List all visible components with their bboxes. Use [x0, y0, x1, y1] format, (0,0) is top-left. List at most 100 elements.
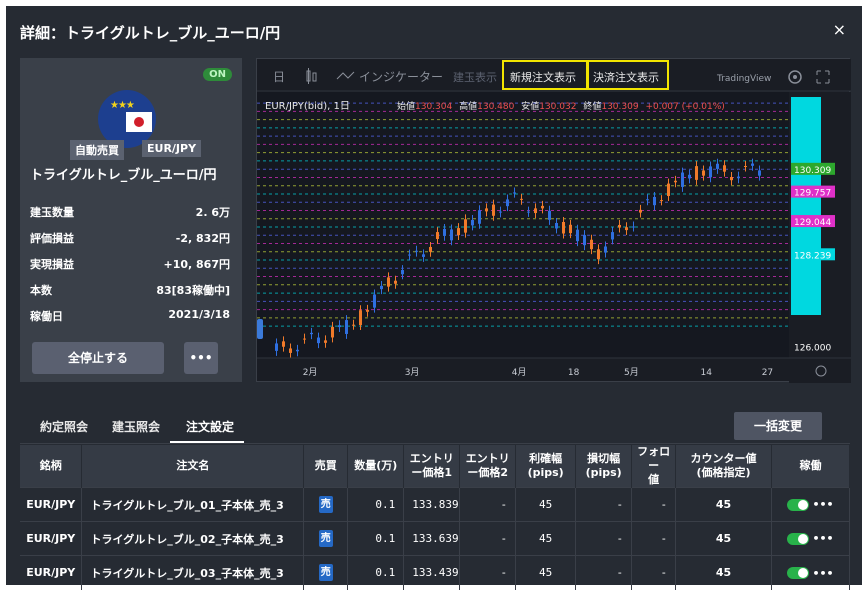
currency-pair-tag: EUR/JPY [142, 140, 202, 157]
row-symbol: EUR/JPY [20, 521, 83, 556]
new-order-display-button[interactable]: 新規注文表示 [510, 70, 576, 84]
candle-body [422, 254, 425, 257]
col-entry2[interactable]: エントリ ー価格2 [459, 445, 517, 488]
day-interval-button[interactable]: 日 [273, 70, 285, 84]
candle-body [345, 320, 348, 334]
candle-body [429, 246, 432, 252]
table-row[interactable]: EUR/JPY トライグルトレ_ブル_03_子本体_売_3 売 0.1 133.… [20, 555, 851, 590]
col-qty[interactable]: 数量(万) [347, 445, 405, 488]
candle-body [562, 221, 565, 234]
row-more-button[interactable]: ••• [812, 498, 833, 511]
col-side[interactable]: 売買 [303, 445, 349, 488]
row-symbol: EUR/JPY [20, 487, 83, 522]
col-order-name[interactable]: 注文名 [81, 445, 305, 488]
tab-execution[interactable]: 約定照会 [40, 418, 88, 435]
row-entry2: - [459, 487, 517, 522]
col-stop-loss[interactable]: 損切幅 (pips) [575, 445, 633, 488]
candle-body [646, 199, 649, 201]
table-row[interactable]: EUR/JPY トライグルトレ_ブル_02_子本体_売_3 売 0.1 133.… [20, 521, 851, 556]
candle-body [303, 338, 306, 340]
tradingview-logo: TradingView [716, 74, 771, 84]
candle-body [702, 170, 705, 176]
row-take-profit: 45 [515, 555, 577, 590]
price-chart[interactable]: 日 インジケーター 建玉表示 新規注文表示 決済注文表示 TradingView [256, 58, 851, 383]
open-value: 130.304 [415, 102, 452, 112]
candle-body [331, 326, 334, 338]
candle-body [639, 209, 642, 213]
low-value: 130.032 [539, 102, 576, 112]
close-label: 終値 [583, 100, 601, 112]
more-button[interactable]: ••• [184, 342, 218, 374]
candle-body [653, 196, 656, 206]
candle-body [590, 239, 593, 250]
candle-body [667, 183, 670, 197]
row-entry1: 133.839 [403, 487, 461, 522]
high-label: 高値 [459, 100, 477, 112]
strategy-name: トライグルトレ_ブル_ユーロ/円 [30, 168, 217, 183]
chart-svg[interactable]: 日 インジケーター 建玉表示 新規注文表示 決済注文表示 TradingView [257, 59, 851, 383]
candle-body [338, 325, 341, 328]
candle-body [730, 176, 733, 181]
col-counter[interactable]: カウンター値 (価格指定) [675, 445, 772, 488]
candle-body [604, 246, 607, 253]
position-display-button[interactable]: 建玉表示 [453, 70, 497, 84]
candle-body [275, 343, 278, 351]
candle-body [471, 219, 474, 226]
table-row[interactable]: EUR/JPY トライグルトレ_ブル_01_子本体_売_3 売 0.1 133.… [20, 487, 851, 522]
detail-window: 詳細：トライグルトレ_ブル_ユーロ/円 × ON ★★★ 自動売買 EUR/JP… [6, 6, 862, 590]
chart-symbol[interactable]: EUR/JPY(bid), 1日 [265, 101, 350, 112]
candle-body [492, 204, 495, 216]
candle-body [464, 219, 467, 233]
active-toggle[interactable] [787, 498, 810, 511]
candle-body [359, 310, 362, 326]
auto-trade-tag: 自動売買 [70, 140, 124, 160]
col-entry1[interactable]: エントリ ー価格1 [403, 445, 461, 488]
row-follow: - [631, 555, 677, 590]
bulk-change-button[interactable]: 一括変更 [734, 412, 822, 440]
col-take-profit[interactable]: 利確幅 (pips) [515, 445, 577, 488]
row-qty: 0.1 [347, 521, 405, 556]
row-counter: 45 [675, 555, 772, 590]
candle-body [394, 280, 397, 284]
candle-body [436, 232, 439, 239]
candle-body [506, 199, 509, 207]
close-icon[interactable]: × [833, 20, 846, 39]
candle-body [695, 166, 698, 180]
candle-body [597, 249, 600, 260]
candle-body [366, 309, 369, 312]
candle-body [387, 277, 390, 287]
col-symbol[interactable]: 銘柄 [20, 445, 83, 488]
tab-positions[interactable]: 建玉照会 [112, 418, 160, 435]
candle-body [632, 226, 635, 228]
candle-body [317, 337, 320, 344]
candle-body [534, 208, 537, 214]
candle-body [611, 232, 614, 240]
x-tick-label: 4月 [512, 367, 527, 378]
tab-order-settings[interactable]: 注文設定 [186, 418, 234, 435]
settle-order-display-button[interactable]: 決済注文表示 [593, 70, 659, 84]
active-toggle[interactable] [787, 532, 810, 545]
x-tick-label: 5月 [624, 367, 639, 378]
order-price-band [791, 97, 821, 315]
row-take-profit: 45 [515, 487, 577, 522]
open-label: 始値 [397, 100, 415, 112]
row-more-button[interactable]: ••• [812, 532, 833, 545]
candle-body [380, 285, 383, 290]
collapse-handle[interactable] [257, 319, 263, 339]
row-counter: 45 [675, 521, 772, 556]
x-tick-label: 27 [762, 368, 773, 378]
candle-body [289, 348, 292, 353]
candle-body [723, 165, 726, 172]
indicator-button[interactable]: インジケーター [359, 70, 443, 84]
stop-all-button[interactable]: 全停止する [32, 342, 164, 374]
row-take-profit: 45 [515, 521, 577, 556]
row-stop-loss: - [575, 487, 633, 522]
candle-body [625, 227, 628, 231]
candle-body [401, 270, 404, 275]
candle-body [513, 192, 516, 194]
col-active[interactable]: 稼働 [771, 445, 851, 488]
candle-body [548, 210, 551, 220]
row-more-button[interactable]: ••• [812, 567, 833, 580]
col-follow[interactable]: フォロー 値 [631, 445, 677, 488]
active-toggle[interactable] [787, 567, 810, 579]
